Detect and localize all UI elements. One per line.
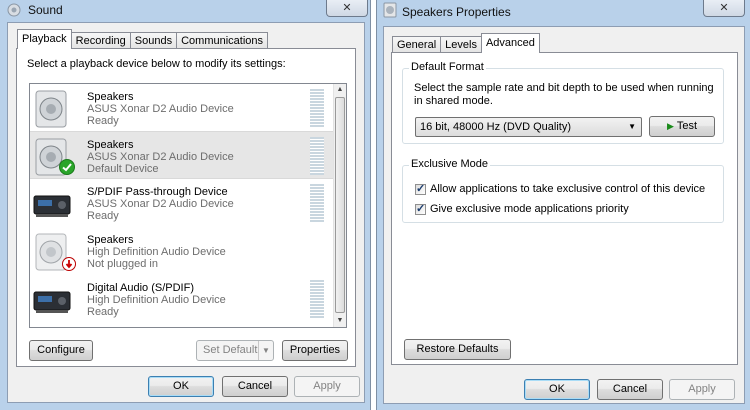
test-button[interactable]: ▶ Test	[649, 116, 715, 137]
set-default-button[interactable]: Set Default ▼	[196, 340, 274, 361]
exclusive-priority-checkbox[interactable]	[415, 202, 426, 215]
device-name: Speakers	[87, 139, 134, 151]
exclusive-priority-label[interactable]: Give exclusive mode applications priorit…	[430, 203, 629, 215]
scroll-down-icon[interactable]: ▼	[334, 315, 346, 327]
allow-exclusive-label[interactable]: Allow applications to take exclusive con…	[430, 183, 705, 195]
sound-tab-strip: Playback Recording Sounds Communications	[17, 29, 269, 49]
speaker-app-icon	[382, 2, 398, 18]
device-status: Ready	[87, 210, 119, 222]
receiver-icon	[32, 280, 72, 320]
tab-playback[interactable]: Playback	[17, 29, 72, 49]
format-select-value: 16 bit, 48000 Hz (DVD Quality)	[420, 121, 572, 133]
tab-recording[interactable]: Recording	[70, 32, 131, 49]
speakers-properties-window: Speakers Properties ✕ General Levels Adv…	[376, 0, 750, 410]
playback-device-list[interactable]: Speakers ASUS Xonar D2 Audio Device Read…	[29, 83, 347, 328]
device-name: Speakers	[87, 91, 134, 103]
sound-close-button[interactable]: ✕	[326, 0, 368, 17]
level-meter	[310, 184, 324, 222]
default-format-description: Select the sample rate and bit depth to …	[414, 82, 714, 107]
format-select[interactable]: 16 bit, 48000 Hz (DVD Quality) ▼	[415, 117, 642, 137]
speaker-icon	[32, 89, 72, 129]
device-description: ASUS Xonar D2 Audio Device	[87, 198, 234, 210]
device-status: Ready	[87, 306, 119, 318]
play-icon: ▶	[666, 121, 674, 131]
device-row[interactable]: Speakers High Definition Audio Device No…	[30, 227, 335, 275]
device-name: S/PDIF Pass-through Device	[87, 186, 228, 198]
device-status: Default Device	[87, 163, 159, 175]
chevron-down-icon: ▼	[628, 122, 636, 131]
device-description: ASUS Xonar D2 Audio Device	[87, 103, 234, 115]
sound-window: Sound ✕ Playback Recording Sounds Commun…	[0, 0, 371, 410]
allow-exclusive-checkbox-row[interactable]: Allow applications to take exclusive con…	[415, 182, 705, 195]
device-name: Speakers	[87, 234, 134, 246]
device-name: Digital Audio (S/PDIF)	[87, 282, 194, 294]
device-status: Not plugged in	[87, 258, 158, 270]
properties-tab-strip: General Levels Advanced	[392, 33, 540, 53]
properties-cancel-button[interactable]: Cancel	[597, 379, 663, 400]
sound-titlebar[interactable]: Sound ✕	[0, 0, 370, 22]
sound-apply-button[interactable]: Apply	[294, 376, 360, 397]
device-description: ASUS Xonar D2 Audio Device	[87, 151, 234, 163]
device-row[interactable]: Speakers ASUS Xonar D2 Audio Device Defa…	[30, 131, 335, 179]
scroll-up-icon[interactable]: ▲	[334, 84, 346, 96]
sound-ok-button[interactable]: OK	[148, 376, 214, 397]
sound-cancel-button[interactable]: Cancel	[222, 376, 288, 397]
configure-button[interactable]: Configure	[29, 340, 93, 361]
default-check-icon	[59, 159, 75, 178]
level-meter	[310, 89, 324, 127]
tab-communications[interactable]: Communications	[176, 32, 269, 49]
allow-exclusive-checkbox[interactable]	[415, 182, 426, 195]
device-row[interactable]: Digital Audio (S/PDIF) High Definition A…	[30, 275, 335, 323]
tab-levels[interactable]: Levels	[440, 36, 482, 53]
default-format-group: Default Format Select the sample rate an…	[402, 61, 724, 144]
set-default-label: Set Default	[203, 344, 258, 356]
device-description: High Definition Audio Device	[87, 294, 226, 306]
properties-window-title: Speakers Properties	[402, 5, 511, 19]
tab-advanced[interactable]: Advanced	[480, 33, 540, 53]
exclusive-priority-checkbox-row[interactable]: Give exclusive mode applications priorit…	[415, 202, 629, 215]
tab-sounds[interactable]: Sounds	[129, 32, 178, 49]
restore-defaults-button[interactable]: Restore Defaults	[404, 339, 511, 360]
properties-close-button[interactable]: ✕	[703, 0, 745, 17]
tab-general[interactable]: General	[392, 36, 442, 53]
sound-window-title: Sound	[28, 3, 63, 17]
properties-titlebar[interactable]: Speakers Properties ✕	[377, 0, 750, 22]
unplugged-icon	[62, 257, 76, 274]
device-status: Ready	[87, 115, 119, 127]
device-list-scrollbar[interactable]: ▲ ▼	[333, 84, 346, 327]
device-row[interactable]: Speakers ASUS Xonar D2 Audio Device Read…	[30, 84, 335, 132]
scroll-thumb[interactable]	[335, 97, 345, 313]
receiver-icon	[32, 184, 72, 224]
properties-apply-button[interactable]: Apply	[669, 379, 735, 400]
device-description: High Definition Audio Device	[87, 246, 226, 258]
properties-ok-button[interactable]: OK	[524, 379, 590, 400]
level-meter	[310, 280, 324, 318]
device-row[interactable]: S/PDIF Pass-through Device ASUS Xonar D2…	[30, 179, 335, 227]
exclusive-mode-group: Exclusive Mode Allow applications to tak…	[402, 158, 724, 223]
test-label: Test	[676, 120, 698, 132]
sound-app-icon	[6, 2, 22, 18]
set-default-dropdown-icon[interactable]: ▼	[258, 341, 273, 360]
level-meter	[310, 137, 324, 175]
default-format-label: Default Format	[409, 61, 486, 73]
exclusive-mode-label: Exclusive Mode	[409, 158, 491, 170]
properties-button[interactable]: Properties	[282, 340, 348, 361]
playback-instruction: Select a playback device below to modify…	[27, 58, 286, 70]
